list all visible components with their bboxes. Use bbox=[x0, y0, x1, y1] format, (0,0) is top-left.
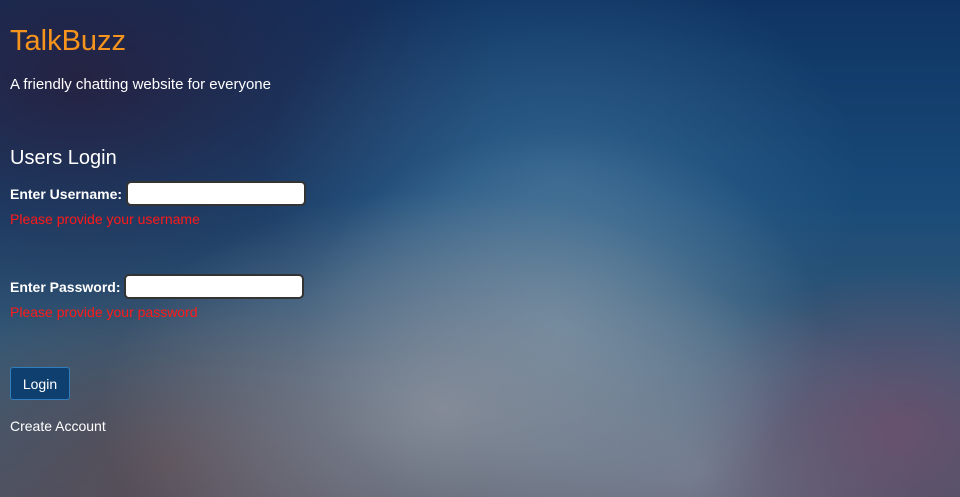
password-label: Enter Password: bbox=[10, 278, 121, 295]
username-input[interactable] bbox=[126, 181, 307, 206]
create-account-link[interactable]: Create Account bbox=[10, 418, 106, 434]
username-row: Enter Username: bbox=[10, 181, 307, 206]
username-label: Enter Username: bbox=[10, 185, 123, 202]
site-tagline: A friendly chatting website for everyone bbox=[10, 76, 271, 93]
username-error: Please provide your username bbox=[10, 211, 200, 227]
login-title: Users Login bbox=[10, 147, 117, 169]
password-error: Please provide your password bbox=[10, 304, 198, 320]
password-row: Enter Password: bbox=[10, 274, 305, 299]
password-input[interactable] bbox=[124, 274, 305, 299]
site-title: TalkBuzz bbox=[10, 25, 127, 57]
login-button[interactable]: Login bbox=[10, 367, 70, 400]
